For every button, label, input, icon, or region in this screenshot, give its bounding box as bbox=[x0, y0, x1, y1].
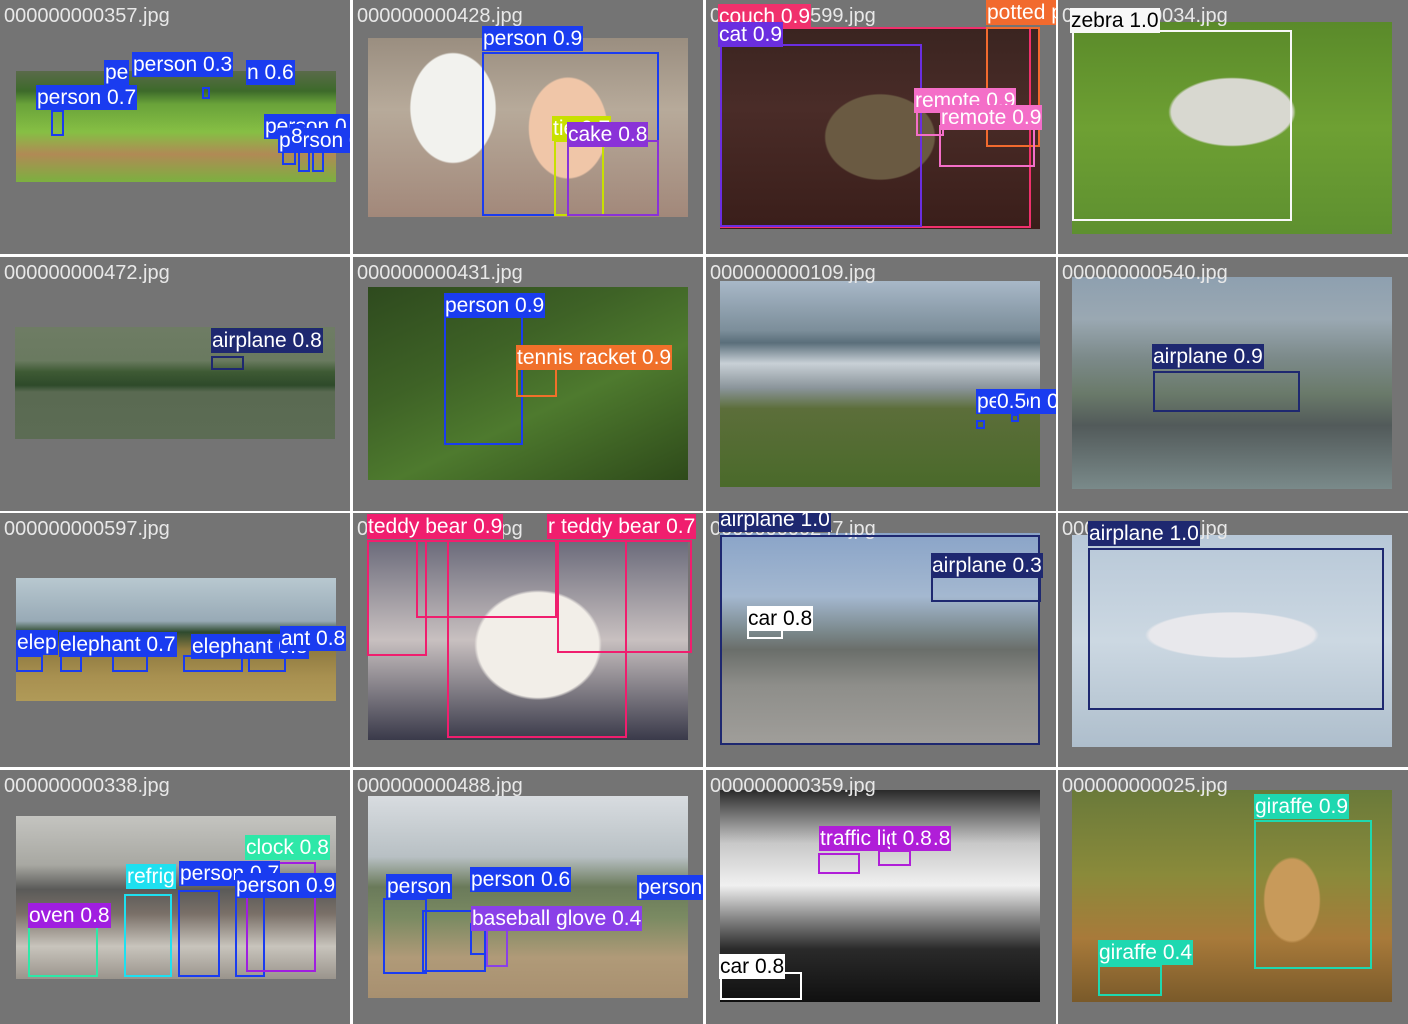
bounding-box bbox=[124, 894, 172, 977]
detection-label: n 0.6 bbox=[246, 60, 295, 85]
bounding-box bbox=[178, 890, 220, 977]
detection-label: teddy bear 0.9 bbox=[367, 514, 504, 539]
image-filename: 000000000109.jpg bbox=[710, 262, 876, 284]
result-tile: 000000000338.jpg clock 0.8 refrig person 0.… bbox=[0, 770, 350, 1024]
bounding-box bbox=[312, 150, 324, 172]
detection-label: t 0.8 bbox=[890, 826, 933, 851]
bounding-box bbox=[878, 850, 911, 866]
bounding-box bbox=[16, 655, 43, 672]
result-tile: 000000000428.jpgperson 0.9tie 0.7cake 0.… bbox=[353, 0, 703, 254]
detection-label: 8 bbox=[290, 124, 304, 149]
detection-label: person 0.6 bbox=[470, 867, 572, 892]
bounding-box bbox=[51, 110, 64, 136]
detection-label: 0.5 bbox=[996, 389, 1028, 414]
detection-label: elephant 0.7 bbox=[59, 632, 177, 657]
bounding-box bbox=[383, 898, 427, 974]
bounding-box bbox=[516, 367, 557, 397]
bounding-box bbox=[939, 125, 1035, 167]
image-filename: 000000000025.jpg bbox=[1062, 775, 1228, 797]
detection-label: oven 0.8 bbox=[28, 903, 111, 928]
result-tile: 000000000599.jpgcouch 0.9cat 0.9potted p… bbox=[706, 0, 1056, 254]
bounding-box bbox=[976, 420, 985, 429]
bounding-box bbox=[567, 140, 659, 216]
detection-label: teddy bear 0.7 bbox=[560, 514, 697, 539]
image-filename: 000000000540.jpg bbox=[1062, 262, 1228, 284]
detection-label: clock 0.8 bbox=[245, 835, 330, 860]
bounding-box bbox=[1153, 371, 1300, 412]
bounding-box bbox=[211, 356, 244, 370]
bounding-box bbox=[1254, 820, 1372, 969]
result-tile: 000000000034.jpgzebra 1.0 bbox=[1058, 0, 1408, 254]
detection-label: airplane 0.9 bbox=[1152, 344, 1264, 369]
bounding-box bbox=[720, 44, 922, 227]
image-filename: 000000000359.jpg bbox=[710, 775, 876, 797]
result-tile: 000000000488.jpgperson 0.6person 0.9base… bbox=[353, 770, 703, 1024]
detection-label: ant 0.8 bbox=[280, 626, 347, 651]
result-tile: 000000000472.jpg airplane 0.8 bbox=[0, 257, 350, 511]
detection-label: refrig bbox=[126, 864, 176, 889]
bounding-box bbox=[28, 925, 98, 977]
detection-label: person 0.7 bbox=[36, 85, 138, 110]
bounding-box bbox=[1011, 414, 1019, 422]
bounding-box bbox=[1088, 548, 1384, 710]
image-filename: 000000000472.jpg bbox=[4, 262, 170, 284]
image-filename: 000000000357.jpg bbox=[4, 5, 170, 27]
detection-label: potted plant 0.9 bbox=[986, 0, 1056, 25]
result-tile: 000000000025.jpg giraffe 0.9 giraffe 0.4 bbox=[1058, 770, 1408, 1024]
detection-label: person bbox=[386, 874, 453, 899]
result-tile: 000000000564.jpgairplane 1.0 bbox=[1058, 513, 1408, 767]
image-filename: 000000000338.jpg bbox=[4, 775, 170, 797]
result-tile: 000000000632.jpgteddy bear 0.9r 0.teddy … bbox=[353, 513, 703, 767]
detection-label: remote 0.9 bbox=[940, 105, 1043, 130]
detection-label: airplane 1.0 bbox=[1088, 521, 1200, 546]
detection-label: airplane 0.3 bbox=[931, 553, 1043, 578]
detection-label: zebra 1.0 bbox=[1070, 8, 1160, 33]
detection-label: pe bbox=[104, 60, 130, 85]
result-tile: 000000000359.jpg traffic light 0.8 t 0.8 ca… bbox=[706, 770, 1056, 1024]
detection-label: airplane 0.8 bbox=[211, 328, 323, 353]
image-filename: 000000000428.jpg bbox=[357, 5, 523, 27]
bounding-box bbox=[818, 853, 860, 874]
bounding-box bbox=[444, 315, 523, 445]
detection-label: cat 0.9 bbox=[718, 22, 784, 47]
bounding-box bbox=[298, 150, 310, 172]
detection-label: person 0.9 bbox=[444, 293, 546, 318]
result-tile: 000000000247.jpgairplane 1.0airplane 0.3… bbox=[706, 513, 1056, 767]
detection-label: person 0.8 bbox=[637, 875, 703, 900]
detection-photo bbox=[720, 281, 1040, 487]
detection-label: person 0.8 bbox=[278, 128, 350, 153]
detection-label: giraffe 0.4 bbox=[1098, 940, 1194, 965]
detection-label: elep bbox=[16, 630, 58, 655]
detection-label: airplane 1.0 bbox=[719, 513, 831, 532]
result-tile: 000000000597.jpg elep elephant 0.7 elephant… bbox=[0, 513, 350, 767]
result-tile: 000000000540.jpg airplane 0.9 bbox=[1058, 257, 1408, 511]
detection-label: person 0.9 bbox=[482, 26, 584, 51]
detection-label: person 0.9 bbox=[235, 873, 337, 898]
detection-label: baseball glove 0.4 bbox=[471, 906, 643, 931]
detection-label: tennis racket 0.9 bbox=[516, 345, 673, 370]
detection-label: cake 0.8 bbox=[567, 122, 649, 147]
bounding-box bbox=[202, 87, 210, 99]
image-filename: 000000000597.jpg bbox=[4, 518, 170, 540]
result-tile: 000000000109.jpgperson 0.50.5 bbox=[706, 257, 1056, 511]
bounding-box bbox=[1098, 965, 1162, 996]
image-filename: 000000000488.jpg bbox=[357, 775, 523, 797]
bounding-box bbox=[557, 540, 692, 653]
bounding-box bbox=[1072, 30, 1292, 221]
detection-label: giraffe 0.9 bbox=[1254, 794, 1350, 819]
result-tile: 000000000357.jpg person 0.7 pe person 0.3 n … bbox=[0, 0, 350, 254]
image-filename: 000000000431.jpg bbox=[357, 262, 523, 284]
detection-label: person 0.3 bbox=[132, 52, 234, 77]
bounding-box bbox=[60, 655, 82, 672]
result-tile: 000000000431.jpg person 0.9 tennis racket … bbox=[353, 257, 703, 511]
detection-label: car 0.8 bbox=[719, 954, 786, 979]
detection-label: car 0.8 bbox=[747, 606, 814, 631]
bounding-box bbox=[112, 655, 148, 672]
